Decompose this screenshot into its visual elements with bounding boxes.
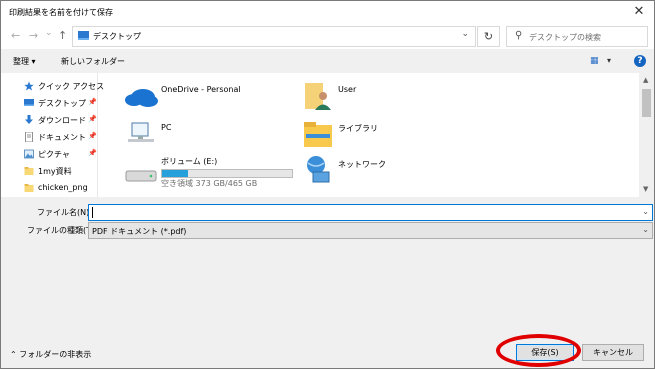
pin-icon: 📌 bbox=[88, 149, 97, 157]
item-label: PC bbox=[161, 123, 172, 132]
organize-button[interactable]: 整理 ▾ bbox=[13, 56, 36, 67]
folder-icon bbox=[24, 184, 34, 192]
highlight-circle bbox=[496, 334, 581, 367]
user-folder-icon bbox=[305, 83, 331, 110]
navigation-bar: ← → ⌄ ↑ デスクトップ › ⌄ ↻ ⚲ デスクトップの検索 bbox=[1, 23, 654, 49]
save-dialog: 印刷結果を名前を付けて保存 ✕ ← → ⌄ ↑ デスクトップ › ⌄ ↻ ⚲ デ… bbox=[0, 0, 655, 369]
item-pc[interactable]: PC bbox=[123, 119, 283, 153]
nav-item-folder[interactable]: chicken_png bbox=[21, 182, 97, 196]
search-input[interactable]: ⚲ デスクトップの検索 bbox=[506, 26, 648, 47]
nav-item-documents[interactable]: ドキュメント 📌 bbox=[21, 131, 97, 145]
pictures-icon bbox=[24, 149, 34, 159]
cancel-button[interactable]: キャンセル bbox=[582, 344, 644, 361]
download-icon bbox=[25, 115, 33, 124]
storage-info: 空き領域 373 GB/465 GB bbox=[161, 179, 258, 188]
file-fields: ファイル名(N): ⌄ ファイルの種類(T): PDF ドキュメント (*.pd… bbox=[1, 197, 654, 242]
nav-label: ドキュメント bbox=[38, 133, 86, 142]
computer-icon bbox=[128, 122, 154, 142]
cloud-icon bbox=[125, 89, 158, 107]
nav-label: 1my資料 bbox=[38, 167, 72, 176]
content-area: クイック アクセス デスクトップ 📌 ダウンロード 📌 ドキュメント 📌 ピクチ… bbox=[1, 73, 654, 197]
item-label: OneDrive - Personal bbox=[161, 85, 241, 94]
recent-locations-icon[interactable]: ⌄ bbox=[45, 28, 53, 38]
pin-icon: 📌 bbox=[88, 98, 97, 106]
nav-item-pictures[interactable]: ピクチャ 📌 bbox=[21, 148, 97, 162]
nav-label: chicken_png bbox=[38, 183, 88, 192]
filetype-select[interactable]: PDF ドキュメント (*.pdf) ⌄ bbox=[88, 222, 653, 239]
chevron-up-icon: ⌃ bbox=[10, 350, 17, 359]
item-label: ネットワーク bbox=[338, 160, 386, 169]
nav-label: ピクチャ bbox=[38, 150, 70, 159]
document-icon bbox=[25, 132, 33, 142]
chevron-down-icon[interactable]: ⌄ bbox=[642, 225, 649, 234]
help-icon[interactable]: ? bbox=[634, 55, 646, 67]
nav-item-downloads[interactable]: ダウンロード 📌 bbox=[21, 114, 97, 128]
text-caret bbox=[92, 207, 93, 218]
nav-item-desktop[interactable]: デスクトップ 📌 bbox=[21, 97, 97, 111]
forward-arrow-icon[interactable]: → bbox=[29, 29, 38, 42]
nav-label: クイック アクセス bbox=[38, 82, 105, 91]
nav-label: デスクトップ bbox=[38, 99, 86, 108]
nav-label: ダウンロード bbox=[38, 116, 86, 125]
dialog-footer: ⌃ フォルダーの非表示 保存(S) キャンセル bbox=[1, 242, 654, 368]
storage-usage-fill bbox=[162, 170, 188, 177]
item-libraries[interactable]: ライブラリ bbox=[303, 119, 463, 153]
scroll-down-icon[interactable]: ▼ bbox=[643, 185, 648, 193]
item-user[interactable]: User bbox=[303, 81, 463, 115]
navigation-pane: クイック アクセス デスクトップ 📌 ダウンロード 📌 ドキュメント 📌 ピクチ… bbox=[1, 73, 104, 197]
title-bar: 印刷結果を名前を付けて保存 ✕ bbox=[1, 1, 654, 23]
pin-icon: 📌 bbox=[88, 132, 97, 140]
back-arrow-icon[interactable]: ← bbox=[11, 29, 20, 42]
item-network[interactable]: ネットワーク bbox=[303, 155, 463, 189]
filename-label: ファイル名(N): bbox=[37, 208, 92, 217]
desktop-icon bbox=[78, 31, 89, 40]
view-options-icon[interactable]: ▦ bbox=[590, 56, 599, 66]
search-icon: ⚲ bbox=[515, 30, 523, 41]
filetype-label: ファイルの種類(T): bbox=[27, 226, 97, 235]
filename-field[interactable]: ⌄ bbox=[88, 204, 653, 221]
scrollbar-thumb[interactable] bbox=[642, 89, 651, 117]
chevron-right-icon[interactable]: › bbox=[133, 30, 136, 39]
scroll-up-icon[interactable]: ▲ bbox=[643, 76, 648, 84]
hide-folders-button[interactable]: ⌃ フォルダーの非表示 bbox=[10, 349, 91, 360]
drive-icon bbox=[125, 170, 157, 182]
pin-icon: 📌 bbox=[88, 115, 97, 123]
close-icon[interactable]: ✕ bbox=[624, 1, 654, 23]
star-icon bbox=[24, 81, 34, 91]
up-arrow-icon[interactable]: ↑ bbox=[58, 29, 67, 42]
command-bar: 整理 ▾ 新しいフォルダー ▦ ▾ ? bbox=[1, 49, 654, 74]
item-label: User bbox=[338, 85, 357, 94]
window-title: 印刷結果を名前を付けて保存 bbox=[9, 8, 113, 17]
hide-folders-label: フォルダーの非表示 bbox=[19, 350, 92, 359]
item-label: ボリューム (E:) bbox=[161, 157, 218, 166]
chevron-down-icon[interactable]: ⌄ bbox=[642, 207, 649, 216]
folder-icon bbox=[24, 167, 34, 175]
item-onedrive[interactable]: OneDrive - Personal bbox=[123, 81, 283, 115]
vertical-scrollbar[interactable]: ▲ ▼ bbox=[639, 73, 654, 197]
network-icon bbox=[307, 156, 330, 183]
address-bar[interactable]: デスクトップ › ⌄ bbox=[72, 26, 476, 47]
search-placeholder: デスクトップの検索 bbox=[529, 33, 601, 42]
chevron-down-icon[interactable]: ⌄ bbox=[461, 29, 469, 39]
desktop-icon bbox=[24, 99, 34, 106]
new-folder-button[interactable]: 新しいフォルダー bbox=[61, 56, 125, 67]
item-label: ライブラリ bbox=[338, 124, 378, 133]
filetype-value: PDF ドキュメント (*.pdf) bbox=[92, 227, 187, 236]
refresh-icon[interactable]: ↻ bbox=[477, 26, 500, 47]
storage-usage-bar bbox=[161, 169, 293, 178]
library-icon bbox=[304, 122, 332, 147]
nav-item-folder[interactable]: 1my資料 bbox=[21, 165, 97, 179]
nav-item-quick-access[interactable]: クイック アクセス bbox=[21, 80, 104, 94]
view-dropdown-icon[interactable]: ▾ bbox=[607, 56, 611, 65]
